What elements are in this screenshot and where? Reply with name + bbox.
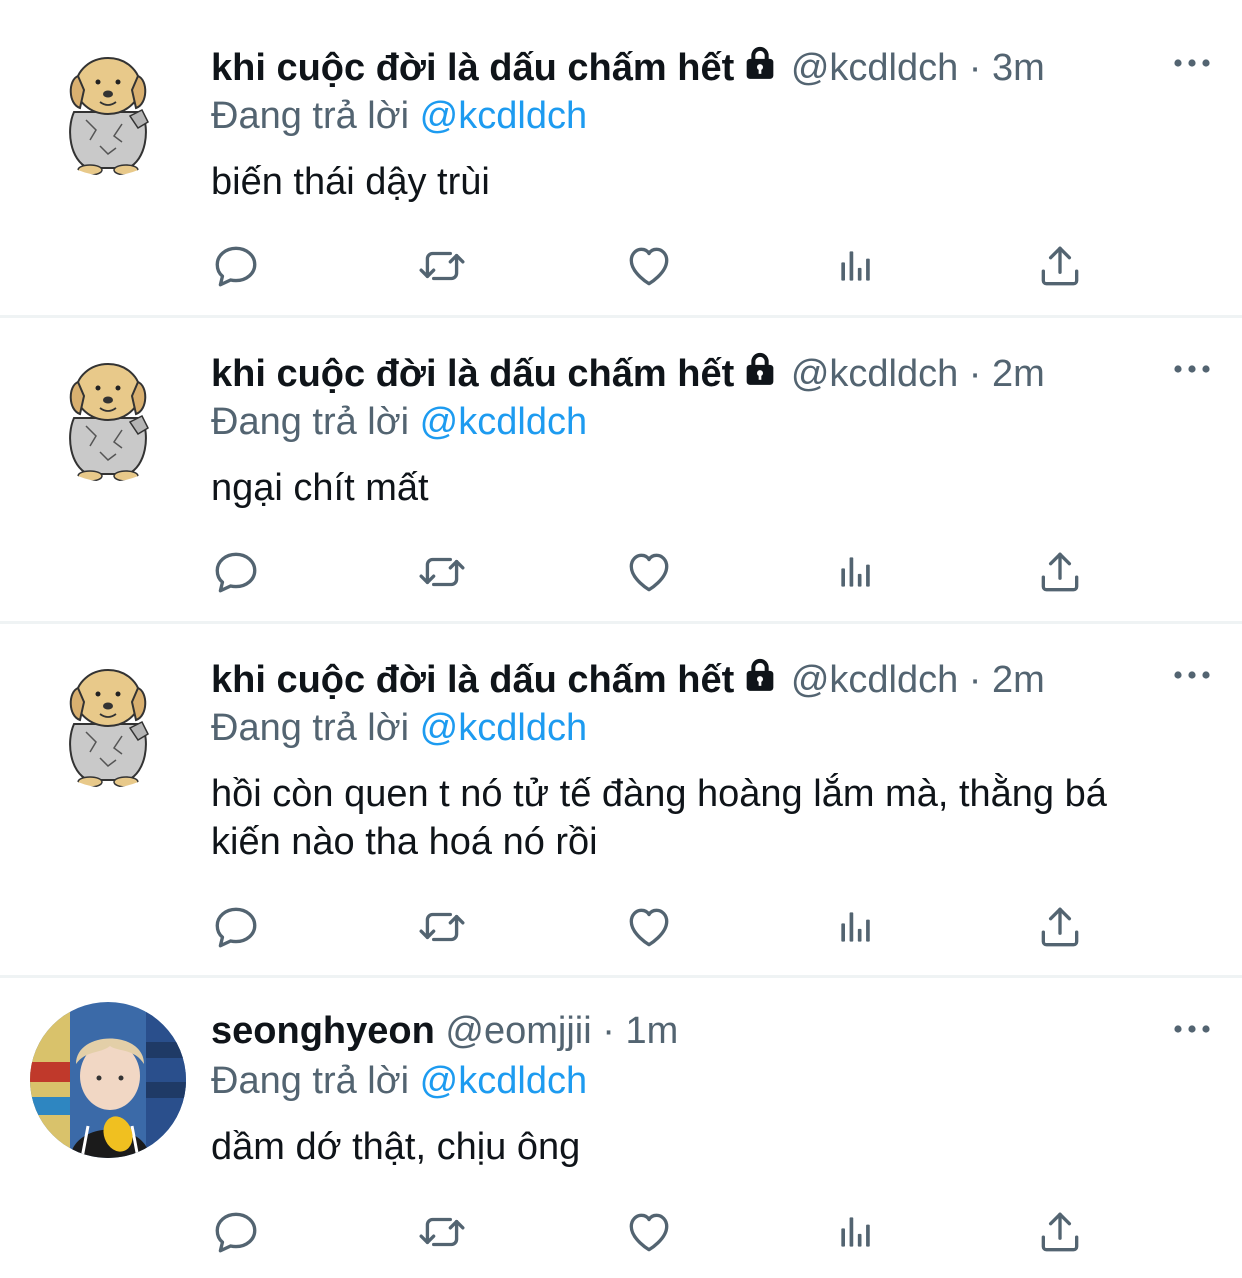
more-options-icon[interactable] (1172, 1019, 1212, 1039)
like-button[interactable] (624, 1207, 674, 1257)
analytics-button[interactable] (831, 1207, 881, 1257)
reply-button[interactable] (211, 1207, 261, 1257)
retweet-icon (417, 1204, 467, 1260)
like-icon (624, 1207, 674, 1257)
tweet[interactable]: seonghyeon @eomjjii · 1m Đang trả lời @k… (0, 0, 1242, 1278)
analytics-icon (834, 1210, 878, 1254)
user-avatar[interactable] (30, 1002, 186, 1158)
share-button[interactable] (1035, 1207, 1085, 1257)
share-icon (1035, 1207, 1085, 1257)
retweet-button[interactable] (417, 1207, 467, 1257)
separator-dot: · (602, 1010, 615, 1052)
tweet-header: seonghyeon @eomjjii · 1m (211, 1008, 678, 1054)
reply-mention-link[interactable]: @kcdldch (420, 1060, 587, 1102)
replying-to: Đang trả lời @kcdldch (211, 1058, 587, 1104)
tweet-actions (211, 1207, 1091, 1257)
user-handle[interactable]: @eomjjii (445, 1010, 591, 1052)
reply-icon (211, 1207, 261, 1257)
photo-avatar-icon (30, 1002, 186, 1158)
display-name[interactable]: seonghyeon (211, 1010, 435, 1052)
tweet-text: dầm dớ thật, chịu ông (211, 1126, 581, 1168)
timestamp[interactable]: 1m (625, 1010, 678, 1052)
reply-prefix: Đang trả lời (211, 1060, 410, 1102)
